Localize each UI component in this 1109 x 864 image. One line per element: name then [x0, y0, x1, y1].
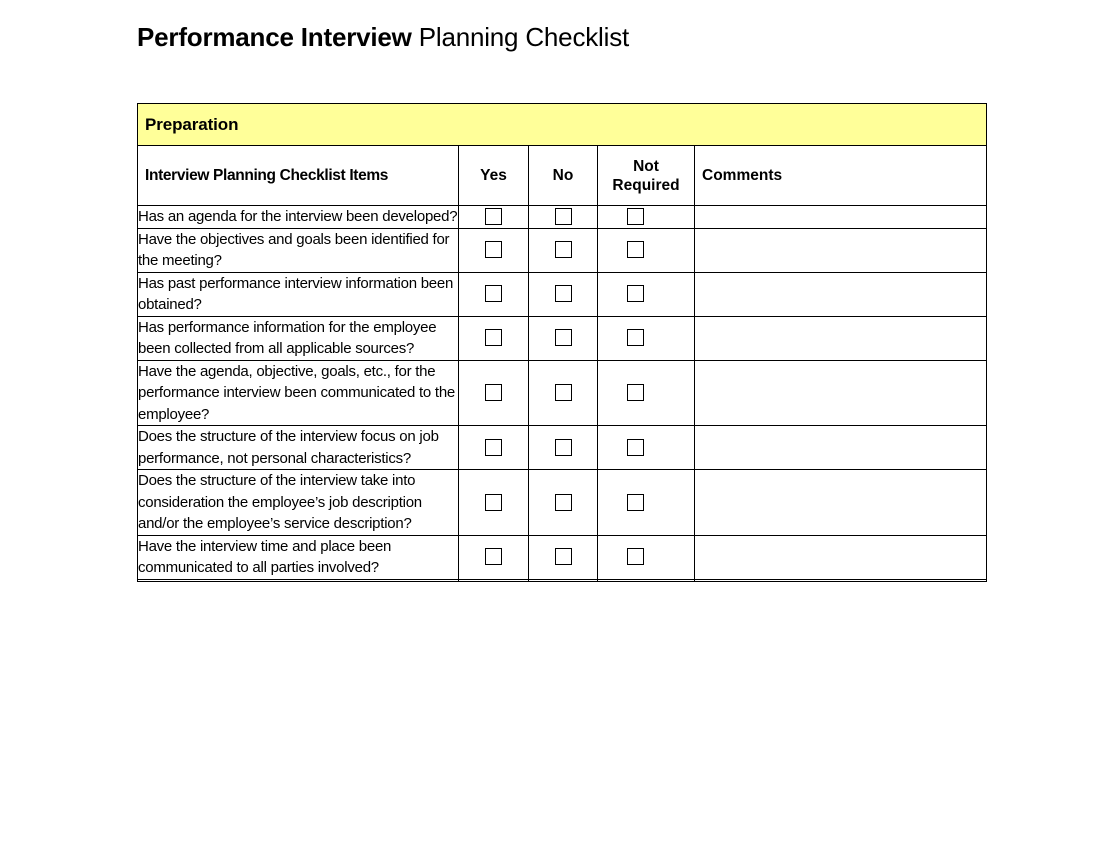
checkbox-not-required[interactable] [626, 241, 644, 259]
checkbox-yes[interactable] [485, 493, 502, 511]
checkbox-yes[interactable] [485, 208, 502, 226]
checkbox-not-required-cell [597, 271, 695, 317]
checkbox-not-required-cell [597, 469, 695, 536]
checklist-item-text: Does the structure of the interview take… [137, 469, 459, 536]
column-header-item: Interview Planning Checklist Items [137, 145, 459, 206]
checklist-item-text: Have the objectives and goals been ident… [137, 227, 459, 273]
table-row: Has past performance interview informati… [137, 271, 988, 317]
checkbox-not-required-cell [597, 227, 695, 273]
checkbox-yes[interactable] [485, 438, 502, 456]
section-banner-row: Preparation [136, 103, 988, 146]
comments-cell[interactable] [693, 469, 988, 536]
column-header-no: No [528, 145, 598, 206]
checklist-item-text: Does the structure of the interview focu… [137, 425, 459, 470]
checkbox-no[interactable] [554, 438, 572, 456]
checkbox-yes[interactable] [485, 329, 502, 347]
table-row: Does the structure of the interview focu… [137, 425, 988, 470]
page-title: Performance Interview Planning Checklist [137, 20, 629, 54]
comments-cell[interactable] [693, 425, 988, 470]
comments-cell[interactable] [693, 315, 988, 361]
checkbox-not-required[interactable] [626, 493, 644, 511]
checkbox-not-required-cell [597, 425, 695, 470]
checkbox-yes[interactable] [485, 241, 502, 259]
comments-cell[interactable] [693, 534, 988, 580]
column-header-row: Interview Planning Checklist Items Yes N… [137, 145, 988, 206]
checkbox-not-required[interactable] [626, 548, 644, 566]
checkbox-yes-cell [458, 227, 529, 273]
checkbox-no-cell [528, 271, 598, 317]
checklist-item-text: Has an agenda for the interview been dev… [137, 205, 459, 229]
table-row: Has performance information for the empl… [137, 315, 988, 361]
checkbox-no[interactable] [554, 329, 572, 347]
checkbox-not-required-cell [597, 359, 695, 426]
checkbox-no[interactable] [554, 384, 572, 402]
checkbox-no[interactable] [554, 241, 572, 259]
checkbox-no-cell [528, 534, 598, 580]
checkbox-not-required[interactable] [626, 208, 644, 226]
checklist-table: Preparation Interview Planning Checklist… [136, 103, 988, 582]
checkbox-yes-cell [458, 534, 529, 580]
comments-cell[interactable] [693, 205, 988, 229]
checkbox-not-required[interactable] [626, 438, 644, 456]
checkbox-no[interactable] [554, 208, 572, 226]
document-page: Performance Interview Planning Checklist… [0, 0, 1109, 864]
checkbox-no-cell [528, 315, 598, 361]
checkbox-not-required[interactable] [626, 384, 644, 402]
checkbox-no-cell [528, 469, 598, 536]
comments-cell[interactable] [693, 578, 988, 582]
checkbox-not-required-cell [597, 578, 695, 582]
checkbox-yes-cell [458, 578, 529, 582]
page-title-regular: Planning Checklist [411, 22, 630, 52]
checkbox-no[interactable] [554, 493, 572, 511]
checkbox-yes-cell [458, 359, 529, 426]
checkbox-yes[interactable] [485, 548, 502, 566]
checkbox-no-cell [528, 425, 598, 470]
column-header-not-required-line1: Not [633, 157, 659, 175]
page-title-bold: Performance Interview [137, 22, 412, 52]
checkbox-no[interactable] [554, 285, 572, 303]
checkbox-not-required-cell [597, 534, 695, 580]
column-header-not-required: Not Required [597, 145, 695, 206]
checkbox-yes-cell [458, 205, 529, 229]
column-header-comments: Comments [693, 145, 988, 206]
checkbox-no-cell [528, 578, 598, 582]
checkbox-yes-cell [458, 469, 529, 536]
checkbox-no-cell [528, 359, 598, 426]
comments-cell[interactable] [693, 271, 988, 317]
checkbox-yes-cell [458, 425, 529, 470]
checkbox-yes-cell [458, 315, 529, 361]
checkbox-not-required[interactable] [626, 285, 644, 303]
checklist-table-body: Preparation Interview Planning Checklist… [136, 103, 988, 582]
checkbox-yes-cell [458, 271, 529, 317]
checkbox-not-required-cell [597, 315, 695, 361]
comments-cell[interactable] [693, 359, 988, 426]
checklist-item-text: Has past performance interview informati… [137, 271, 459, 317]
checkbox-not-required-cell [597, 205, 695, 229]
section-banner-label: Preparation [136, 103, 988, 146]
checkbox-yes[interactable] [485, 384, 502, 402]
checkbox-not-required[interactable] [626, 329, 644, 347]
table-row: Have the agenda, objective, goals, etc.,… [137, 359, 988, 426]
table-row [137, 578, 988, 582]
checkbox-no[interactable] [554, 548, 572, 566]
table-row: Has an agenda for the interview been dev… [137, 205, 988, 229]
checkbox-no-cell [528, 205, 598, 229]
table-row: Have the interview time and place been c… [137, 534, 988, 580]
checklist-item-text [137, 578, 459, 582]
table-row: Does the structure of the interview take… [137, 469, 988, 536]
table-row: Have the objectives and goals been ident… [137, 227, 988, 273]
checkbox-yes[interactable] [485, 285, 502, 303]
checkbox-no-cell [528, 227, 598, 273]
comments-cell[interactable] [693, 227, 988, 273]
column-header-not-required-line2: Required [612, 176, 680, 194]
column-header-yes: Yes [458, 145, 529, 206]
checklist-item-text: Have the agenda, objective, goals, etc.,… [137, 359, 459, 426]
checklist-item-text: Have the interview time and place been c… [137, 534, 459, 580]
checklist-item-text: Has performance information for the empl… [137, 315, 459, 361]
